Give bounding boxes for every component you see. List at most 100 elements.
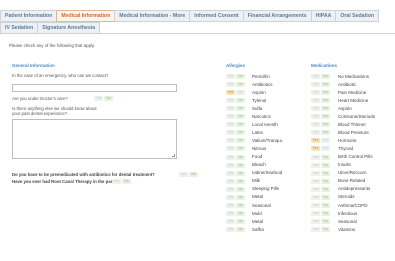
medications-no-button[interactable]: No: [321, 194, 330, 200]
allergies-no-button[interactable]: No: [236, 210, 245, 216]
medications-no-button[interactable]: No: [321, 162, 330, 168]
tab-hipaa[interactable]: HIPAA: [310, 10, 337, 22]
doctor-care-no-button[interactable]: No: [104, 96, 113, 101]
allergies-yes-button[interactable]: Yes: [226, 210, 235, 216]
medications-no-button[interactable]: No: [321, 74, 330, 79]
allergies-yes-button[interactable]: Yes: [226, 114, 235, 120]
allergies-yes-button[interactable]: Yes: [226, 98, 235, 104]
medications-no-button[interactable]: No: [321, 218, 330, 224]
allergies-yes-button[interactable]: Yes: [226, 178, 235, 184]
allergies-yes-button[interactable]: Yes: [226, 170, 235, 176]
allergies-yes-button[interactable]: Yes: [226, 122, 235, 128]
allergies-no-button[interactable]: No: [236, 146, 245, 152]
emergency-contact-input[interactable]: [12, 84, 177, 92]
medications-no-button[interactable]: No: [321, 106, 330, 112]
root-canal-no-button[interactable]: No: [122, 179, 131, 184]
allergies-yes-button[interactable]: Yes: [226, 138, 235, 144]
medications-yes-button[interactable]: Yes: [311, 154, 320, 160]
medications-no-button[interactable]: No: [321, 138, 330, 144]
medications-no-button[interactable]: No: [321, 226, 330, 232]
medications-yes-button[interactable]: Yes: [311, 170, 320, 176]
allergies-no-button[interactable]: No: [236, 226, 245, 232]
medications-yes-button[interactable]: Yes: [311, 122, 320, 128]
allergies-yes-button[interactable]: Yes: [226, 90, 235, 96]
allergies-no-button[interactable]: No: [236, 162, 245, 168]
allergies-no-button[interactable]: No: [236, 202, 245, 208]
allergies-yes-button[interactable]: Yes: [226, 130, 235, 136]
medications-yes-no: Yes No: [311, 90, 331, 96]
allergies-no-button[interactable]: No: [236, 130, 245, 136]
allergies-yes-button[interactable]: Yes: [226, 186, 235, 192]
allergies-no-button[interactable]: No: [236, 170, 245, 176]
medications-no-button[interactable]: No: [321, 146, 330, 152]
medications-no-button[interactable]: No: [321, 202, 330, 208]
medications-no-button[interactable]: No: [321, 170, 330, 176]
allergies-yes-button[interactable]: Yes: [226, 162, 235, 168]
medications-yes-button[interactable]: Yes: [311, 90, 320, 96]
allergies-yes-button[interactable]: Yes: [226, 74, 235, 79]
medications-no-button[interactable]: No: [321, 154, 330, 160]
allergies-yes-button[interactable]: Yes: [226, 154, 235, 160]
medications-yes-button[interactable]: Yes: [311, 202, 320, 208]
medications-no-button[interactable]: No: [321, 98, 330, 104]
medications-no-button[interactable]: No: [321, 82, 330, 88]
allergies-no-button[interactable]: No: [236, 138, 245, 144]
tab-patient-information[interactable]: Patient Information: [0, 10, 58, 22]
medications-yes-button[interactable]: Yes: [311, 186, 320, 192]
tab-financial-arrangements[interactable]: Financial Arrangements: [242, 10, 312, 22]
medications-yes-button[interactable]: Yes: [311, 218, 320, 224]
allergies-yes-button[interactable]: Yes: [226, 106, 235, 112]
allergies-no-button[interactable]: No: [236, 154, 245, 160]
tab-informed-consent[interactable]: Informed Consent: [189, 10, 244, 22]
allergies-no-button[interactable]: No: [236, 114, 245, 120]
allergies-yes-button[interactable]: Yes: [226, 226, 235, 232]
doctor-care-yes-button[interactable]: Yes: [94, 96, 103, 101]
medications-no-button[interactable]: No: [321, 186, 330, 192]
medications-yes-button[interactable]: Yes: [311, 162, 320, 168]
tab-medical-information[interactable]: Medical Information: [56, 10, 116, 22]
medications-yes-button[interactable]: Yes: [311, 106, 320, 112]
allergies-no-button[interactable]: No: [236, 90, 245, 96]
past-dental-experience-textarea[interactable]: [12, 119, 177, 159]
medications-no-button[interactable]: No: [321, 178, 330, 184]
premedicated-no-button[interactable]: No: [189, 172, 198, 177]
allergies-item-label: Penicillin: [252, 73, 270, 79]
medications-yes-button[interactable]: Yes: [311, 194, 320, 200]
allergies-no-button[interactable]: No: [236, 82, 245, 88]
allergies-no-button[interactable]: No: [236, 106, 245, 112]
allergies-yes-button[interactable]: Yes: [226, 146, 235, 152]
medications-no-button[interactable]: No: [321, 130, 330, 136]
allergies-no-button[interactable]: No: [236, 74, 245, 79]
medications-item-label: Antidepressants: [338, 186, 371, 192]
allergies-no-button[interactable]: No: [236, 186, 245, 192]
medications-yes-button[interactable]: Yes: [311, 226, 320, 232]
root-canal-yes-button[interactable]: Yes: [112, 179, 121, 184]
instructions-text: Please check any of the following that a…: [9, 43, 96, 48]
medications-yes-button[interactable]: Yes: [311, 210, 320, 216]
allergies-yes-button[interactable]: Yes: [226, 202, 235, 208]
medications-yes-button[interactable]: Yes: [311, 130, 320, 136]
allergies-no-button[interactable]: No: [236, 218, 245, 224]
medications-yes-button[interactable]: Yes: [311, 74, 320, 79]
allergies-no-button[interactable]: No: [236, 122, 245, 128]
resize-handle-icon[interactable]: [172, 154, 175, 157]
medications-yes-button[interactable]: Yes: [311, 98, 320, 104]
medications-no-button[interactable]: No: [321, 114, 330, 120]
premedicated-yes-button[interactable]: Yes: [179, 172, 188, 177]
medications-yes-button[interactable]: Yes: [311, 178, 320, 184]
allergies-yes-button[interactable]: Yes: [226, 218, 235, 224]
medications-yes-button[interactable]: Yes: [311, 138, 320, 144]
allergies-yes-button[interactable]: Yes: [226, 82, 235, 88]
allergies-no-button[interactable]: No: [236, 98, 245, 104]
allergies-no-button[interactable]: No: [236, 178, 245, 184]
medications-yes-button[interactable]: Yes: [311, 146, 320, 152]
medications-yes-button[interactable]: Yes: [311, 82, 320, 88]
medications-no-button[interactable]: No: [321, 210, 330, 216]
tab-oral-sedation[interactable]: Oral Sedation: [335, 10, 380, 22]
allergies-yes-button[interactable]: Yes: [226, 194, 235, 200]
allergies-no-button[interactable]: No: [236, 194, 245, 200]
medications-yes-button[interactable]: Yes: [311, 114, 320, 120]
medications-no-button[interactable]: No: [321, 90, 330, 96]
medications-no-button[interactable]: No: [321, 122, 330, 128]
tab-medical-information-more[interactable]: Medical Information - More: [114, 10, 191, 22]
